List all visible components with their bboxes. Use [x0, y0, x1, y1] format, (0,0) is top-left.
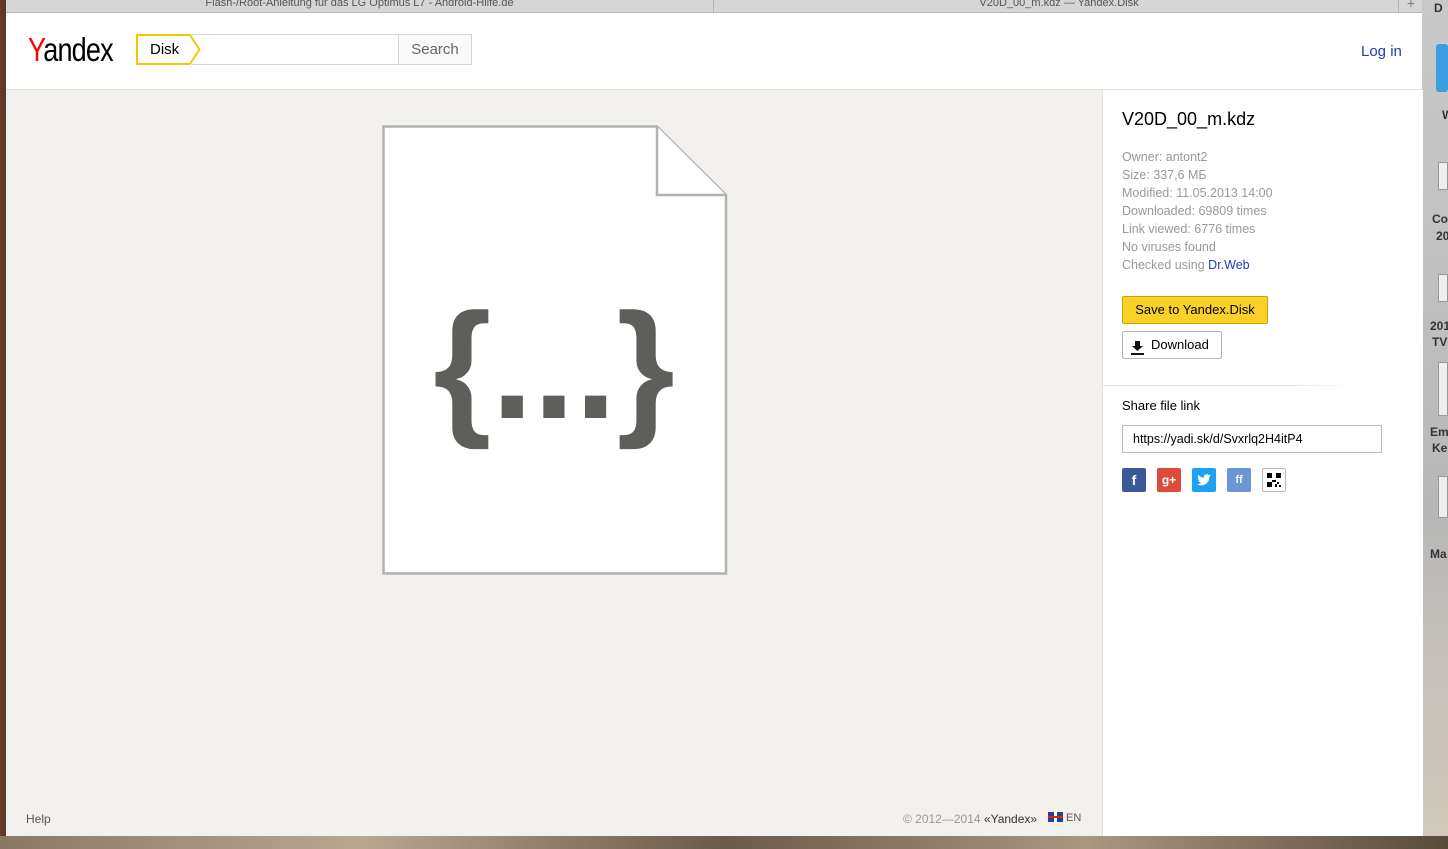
virus-check-line: Checked using Dr.Web: [1122, 256, 1273, 274]
desktop-label: TV: [1432, 335, 1448, 349]
virus-check-prefix: Checked using: [1122, 258, 1209, 272]
desktop-label: Co: [1432, 212, 1448, 226]
file-downloaded: Downloaded: 69809 times: [1122, 204, 1267, 218]
yandex-logo[interactable]: Yandex: [28, 31, 114, 68]
share-label: Share file link: [1122, 398, 1201, 413]
file-size: Size: 337,6 МБ: [1122, 168, 1207, 182]
desktop-file-icon[interactable]: [1438, 362, 1448, 416]
file-link-viewed: Link viewed: 6776 times: [1122, 222, 1256, 236]
google-plus-icon[interactable]: g+: [1157, 468, 1181, 492]
file-meta: Owner: antont2 Size: 337,6 МБ Modified: …: [1122, 148, 1273, 274]
language-label: EN: [1066, 812, 1082, 824]
uk-flag-icon: [1048, 812, 1063, 822]
help-link[interactable]: Help: [26, 812, 51, 826]
desktop-folder-icon[interactable]: [1436, 44, 1448, 92]
save-to-disk-button[interactable]: Save to Yandex.Disk: [1122, 296, 1268, 324]
tab-bar: Flash-/Root-Anleitung für das LG Optimus…: [6, 0, 1422, 13]
desktop-label: 20: [1436, 229, 1448, 243]
language-switcher[interactable]: EN: [1048, 812, 1081, 824]
desktop-label: 201: [1430, 319, 1448, 333]
desktop-label: Ke: [1432, 441, 1448, 455]
desktop-file-icon[interactable]: [1438, 274, 1448, 302]
code-glyph: {...}: [433, 282, 675, 450]
service-tab-disk[interactable]: Disk: [136, 34, 191, 65]
twitter-icon[interactable]: [1192, 468, 1216, 492]
facebook-icon[interactable]: f: [1122, 468, 1146, 492]
tab-yandex-disk[interactable]: V20D_00_m.kdz — Yandex.Disk: [714, 0, 1404, 12]
logo-rest: andex: [43, 31, 113, 68]
download-label: Download: [1151, 337, 1209, 352]
browser-window: Flash-/Root-Anleitung für das LG Optimus…: [6, 0, 1423, 836]
desktop-file-icon[interactable]: [1438, 476, 1448, 518]
copyright: © 2012—2014 «Yandex»: [903, 812, 1037, 826]
file-modified: Modified: 11.05.2013 14:00: [1122, 186, 1273, 200]
desktop-label: W: [1442, 108, 1448, 122]
file-info-panel: V20D_00_m.kdz Owner: antont2 Size: 337,6…: [1102, 90, 1423, 836]
file-name: V20D_00_m.kdz: [1122, 109, 1256, 129]
friendfeed-icon[interactable]: ff: [1227, 468, 1251, 492]
copyright-years: © 2012—2014: [903, 812, 984, 826]
virus-status: No viruses found: [1122, 240, 1216, 254]
desktop-bottom: [0, 836, 1448, 849]
drweb-link[interactable]: Dr.Web: [1208, 258, 1249, 272]
new-tab-button[interactable]: +: [1398, 0, 1422, 12]
qr-code-icon[interactable]: [1262, 468, 1286, 492]
download-button[interactable]: Download: [1122, 331, 1222, 359]
copyright-brand-link[interactable]: «Yandex»: [984, 812, 1037, 826]
search-input[interactable]: [205, 35, 403, 66]
desktop-sidebar: D W Co 20 201 TV Em Ke Ma: [1422, 0, 1448, 849]
file-owner: Owner: antont2: [1122, 150, 1208, 164]
logo-letter: Y: [28, 31, 44, 68]
file-preview-area: {...} Help © 2012—2014 «Yandex» EN: [6, 90, 1102, 836]
desktop-file-icon[interactable]: [1438, 162, 1448, 190]
document-icon: {...}: [382, 125, 729, 580]
search-bar: Disk Search: [136, 34, 472, 66]
search-button[interactable]: Search: [398, 35, 471, 64]
desktop-label: D: [1434, 1, 1443, 15]
desktop-label: Em: [1430, 425, 1448, 439]
download-icon: [1131, 338, 1144, 364]
page-header: Yandex Disk Search Log in: [6, 13, 1422, 90]
panel-divider: [1103, 385, 1353, 386]
tab-android-hilfe[interactable]: Flash-/Root-Anleitung für das LG Optimus…: [6, 0, 714, 12]
share-link-field[interactable]: https://yadi.sk/d/Svxrlq2H4itP4: [1122, 425, 1382, 453]
login-link[interactable]: Log in: [1361, 43, 1402, 60]
desktop-label: Ma: [1430, 547, 1447, 561]
